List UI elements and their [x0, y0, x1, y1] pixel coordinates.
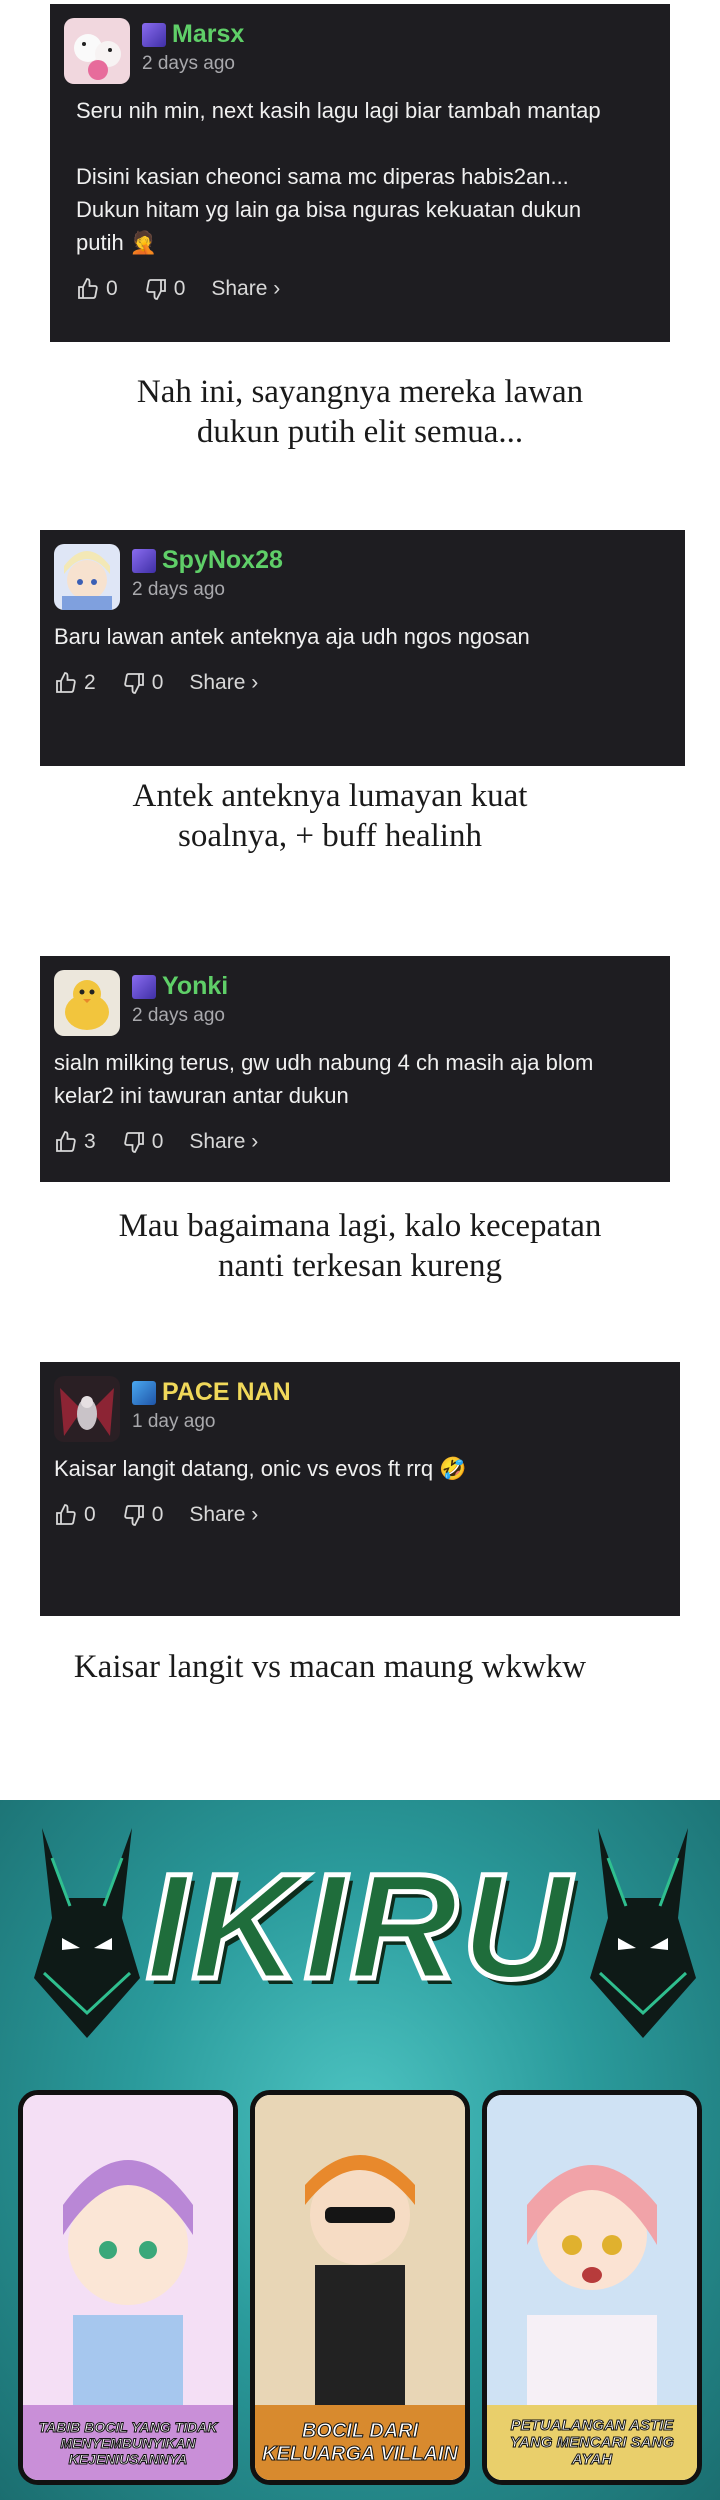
- promo-banner[interactable]: IKIRU Tabib bocil yang tidak menyembunyi…: [0, 1800, 720, 2500]
- panel-caption: Tabib bocil yang tidak menyembunyikan ke…: [23, 2405, 233, 2480]
- comic-cover-art: [487, 2095, 697, 2405]
- rank-badge-icon: [132, 548, 156, 573]
- share-button[interactable]: Share ›: [211, 277, 280, 301]
- panel-caption: Bocil dari keluarga villain: [255, 2405, 465, 2480]
- dislike-count: 0: [151, 671, 164, 694]
- like-button[interactable]: 3: [54, 1130, 96, 1154]
- panel-caption: Petualangan Astie yang mencari sang ayah: [487, 2405, 697, 2480]
- thumbs-down-icon: [145, 279, 166, 300]
- comment-header: Yonki 2 days ago: [54, 970, 656, 1036]
- comment-header: SpyNox28 2 days ago: [54, 544, 671, 610]
- comment-card-4: PACE NAN 1 day ago Kaisar langit datang,…: [40, 1362, 680, 1616]
- comic-cover-art: [255, 2095, 465, 2405]
- share-button[interactable]: Share ›: [189, 671, 258, 695]
- thumbs-up-icon: [56, 1504, 76, 1525]
- comment-card-1: Marsx 2 days ago Seru nih min, next kasi…: [50, 4, 670, 342]
- dislike-count: 0: [173, 277, 186, 300]
- user-block: SpyNox28 2 days ago: [132, 544, 283, 601]
- action-row: 0 0 Share ›: [76, 277, 656, 301]
- dislike-button[interactable]: 0: [122, 1130, 164, 1154]
- timestamp: 2 days ago: [132, 579, 225, 600]
- like-count: 3: [84, 1130, 96, 1153]
- timestamp: 2 days ago: [142, 53, 235, 74]
- user-block: PACE NAN 1 day ago: [132, 1376, 291, 1433]
- avatar[interactable]: [54, 544, 120, 610]
- timestamp: 2 days ago: [132, 1005, 225, 1026]
- username[interactable]: PACE NAN: [162, 1378, 291, 1407]
- dislike-button[interactable]: 0: [122, 671, 164, 695]
- thumbs-up-icon: [78, 278, 98, 299]
- avatar[interactable]: [64, 18, 130, 84]
- reply-caption-2: Antek anteknya lumayan kuat soalnya, + b…: [132, 778, 528, 854]
- comment-text: Baru lawan antek anteknya aja udh ngos n…: [54, 624, 530, 649]
- avatar[interactable]: [54, 1376, 120, 1442]
- rank-badge-icon: [142, 22, 166, 47]
- like-count: 0: [84, 1503, 96, 1526]
- comment-header: Marsx 2 days ago: [64, 18, 656, 84]
- username[interactable]: Marsx: [172, 20, 244, 49]
- reply-caption-4: Kaisar langit vs macan maung wkwkw: [73, 1649, 587, 1685]
- dislike-button[interactable]: 0: [122, 1503, 164, 1527]
- timestamp: 1 day ago: [132, 1411, 216, 1432]
- thumbs-down-icon: [123, 1505, 144, 1526]
- rank-badge-icon: [132, 974, 156, 999]
- comment-card-2: SpyNox28 2 days ago Baru lawan antek ant…: [40, 530, 685, 766]
- thumbs-up-icon: [56, 672, 76, 693]
- comment-text: Kaisar langit datang, onic vs evos ft rr…: [54, 1456, 467, 1481]
- comic-panel-1[interactable]: Tabib bocil yang tidak menyembunyikan ke…: [18, 2090, 238, 2485]
- action-row: 0 0 Share ›: [54, 1503, 666, 1527]
- share-button[interactable]: Share ›: [189, 1130, 258, 1154]
- action-row: 3 0 Share ›: [54, 1130, 656, 1154]
- comic-panel-2[interactable]: Bocil dari keluarga villain: [250, 2090, 470, 2485]
- share-button[interactable]: Share ›: [189, 1503, 258, 1527]
- reply-caption-3: Mau bagaimana lagi, kalo kecepatan nanti…: [118, 1208, 602, 1284]
- comment-header: PACE NAN 1 day ago: [54, 1376, 666, 1442]
- like-button[interactable]: 0: [54, 1503, 96, 1527]
- like-count: 2: [84, 671, 96, 694]
- rank-badge-icon: [132, 1380, 156, 1405]
- like-button[interactable]: 2: [54, 671, 96, 695]
- like-count: 0: [106, 277, 118, 300]
- comment-text: sialn milking terus, gw udh nabung 4 ch …: [54, 1050, 594, 1108]
- thumbs-down-icon: [123, 1132, 144, 1153]
- reply-caption-1: Nah ini, sayangnya mereka lawan dukun pu…: [136, 374, 584, 450]
- dislike-button[interactable]: 0: [144, 277, 186, 301]
- comic-panel-3[interactable]: Petualangan Astie yang mencari sang ayah: [482, 2090, 702, 2485]
- comic-cover-art: [23, 2095, 233, 2405]
- comment-text: Seru nih min, next kasih lagu lagi biar …: [76, 98, 601, 255]
- action-row: 2 0 Share ›: [54, 671, 671, 695]
- user-block: Marsx 2 days ago: [142, 18, 244, 75]
- avatar[interactable]: [54, 970, 120, 1036]
- thumbs-down-icon: [123, 673, 144, 694]
- thumbs-up-icon: [56, 1131, 76, 1152]
- like-button[interactable]: 0: [76, 277, 118, 301]
- user-block: Yonki 2 days ago: [132, 970, 228, 1027]
- dislike-count: 0: [151, 1503, 164, 1526]
- banner-logo-title: IKIRU: [143, 1840, 575, 2013]
- username[interactable]: Yonki: [162, 972, 228, 1001]
- dislike-count: 0: [151, 1130, 164, 1153]
- comment-card-3: Yonki 2 days ago sialn milking terus, gw…: [40, 956, 670, 1182]
- username[interactable]: SpyNox28: [162, 546, 283, 575]
